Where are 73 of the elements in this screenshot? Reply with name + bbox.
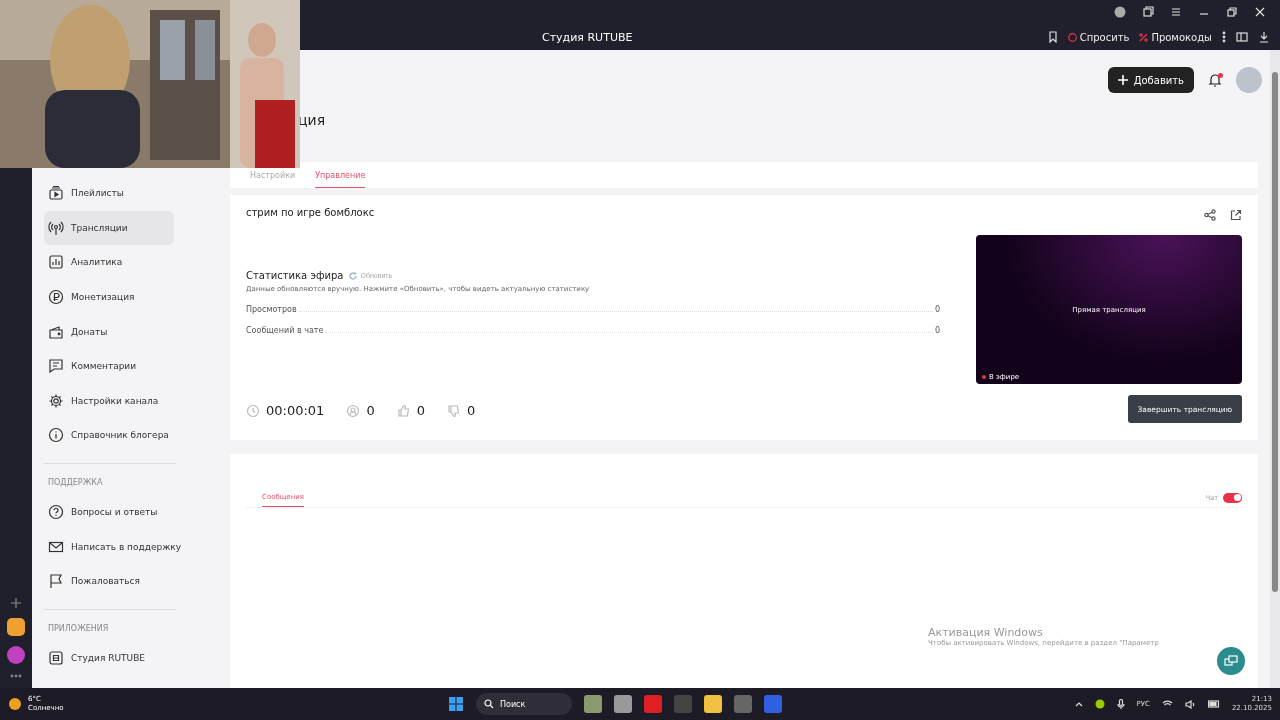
start-icon[interactable] <box>448 696 464 712</box>
bookmark-icon[interactable] <box>1047 31 1058 43</box>
tab-title[interactable]: Студия RUTUBE <box>542 30 1038 44</box>
sidebar-item[interactable]: Плейлисты <box>44 176 174 211</box>
download-icon[interactable] <box>1258 31 1270 43</box>
bell-icon[interactable] <box>1208 73 1222 87</box>
add-icon[interactable] <box>11 598 21 608</box>
info-icon <box>48 427 64 444</box>
sidebar-item[interactable]: Студия RUTUBE <box>44 640 149 676</box>
sidebar-item[interactable]: Настройки канала <box>44 383 174 419</box>
search-icon <box>484 699 494 709</box>
sidebar-item[interactable]: Вопросы и ответы <box>44 494 162 530</box>
counter-value: 0 <box>366 403 375 418</box>
thumbs-down-icon <box>446 403 461 418</box>
stream-duration: 00:00:01 <box>266 403 325 418</box>
share-icon[interactable] <box>1204 209 1216 221</box>
sidebar-panel-icon[interactable] <box>1236 31 1248 43</box>
add-button[interactable]: Добавить <box>1107 67 1194 93</box>
more-icon[interactable] <box>1222 31 1226 43</box>
taskbar-search[interactable]: Поиск <box>476 693 572 715</box>
stat-label: Сообщений в чате <box>246 326 324 335</box>
settings-icon <box>48 392 64 409</box>
chat-toggle[interactable] <box>1223 492 1242 503</box>
counter-value: 0 <box>416 403 425 418</box>
activation-title: Активация Windows <box>928 626 1044 639</box>
playlist-icon <box>48 185 64 202</box>
microphone-icon[interactable] <box>1116 699 1125 709</box>
clock-icon <box>246 403 260 418</box>
chevron-up-icon[interactable] <box>1074 701 1083 707</box>
chat-bubbles-icon <box>1224 654 1238 668</box>
scrollbar[interactable] <box>1270 50 1280 688</box>
ruble-icon <box>48 289 64 306</box>
promo-button[interactable]: Промокоды <box>1139 31 1212 43</box>
tabs-icon[interactable] <box>1142 6 1154 18</box>
person-icon <box>346 403 361 418</box>
sidebar-item[interactable]: Справочник блогера <box>44 418 174 453</box>
thumbs-up-icon <box>396 403 411 418</box>
sidebar-item[interactable]: Комментарии <box>44 348 174 384</box>
sun-icon[interactable] <box>8 697 22 711</box>
sidebar-item[interactable]: Монетизация <box>44 279 174 315</box>
battery-icon[interactable] <box>1207 700 1220 708</box>
menu-icon[interactable] <box>1170 6 1182 18</box>
tab[interactable]: Управление <box>315 171 366 188</box>
sidebar-item[interactable]: Трансляции <box>44 210 174 246</box>
close-icon[interactable] <box>1254 6 1266 18</box>
counter-value: 0 <box>466 403 476 418</box>
stat-value: 0 <box>934 305 940 314</box>
profile-icon[interactable] <box>1114 6 1126 18</box>
speaker-icon[interactable] <box>1184 699 1196 709</box>
refresh-icon <box>349 271 358 280</box>
restore-icon[interactable] <box>1226 6 1238 18</box>
stats-title: Статистика эфира <box>246 270 344 281</box>
question-icon <box>48 504 64 521</box>
stat-label: Просмотров <box>246 305 297 314</box>
broadcast-icon <box>48 219 64 236</box>
chart-icon <box>48 254 64 271</box>
percent-icon <box>1139 32 1149 42</box>
flag-icon <box>48 573 64 590</box>
plus-icon <box>1117 75 1128 85</box>
wallet-icon <box>48 323 64 340</box>
studio-icon <box>48 649 64 666</box>
stream-title: стрим по игре бомблокс <box>246 207 376 218</box>
sidebar-item[interactable]: Аналитика <box>44 245 174 280</box>
sidebar-item[interactable]: Пожаловаться <box>44 563 144 599</box>
status-icon[interactable] <box>1094 699 1105 709</box>
comment-icon <box>48 358 64 375</box>
sidebar-item[interactable]: Написать в поддержку <box>44 529 185 564</box>
section-heading: ПОДДЕРЖКА <box>47 476 104 489</box>
external-link-icon[interactable] <box>1230 209 1242 221</box>
ask-button[interactable]: Спросить <box>1067 31 1130 43</box>
stat-value: 0 <box>934 326 940 335</box>
sidebar-item[interactable]: Донаты <box>44 314 174 349</box>
section-heading: ПРИЛОЖЕНИЯ <box>47 622 110 635</box>
